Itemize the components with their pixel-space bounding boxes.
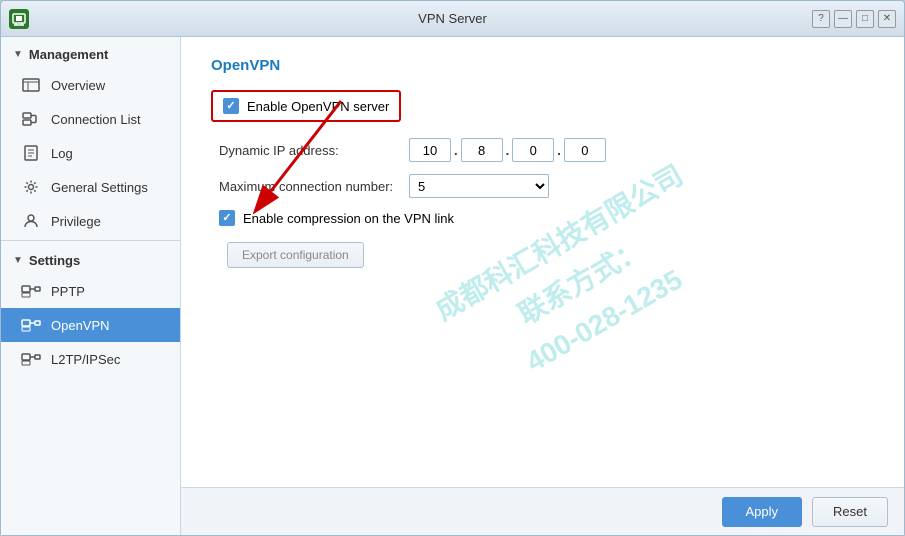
management-section-header[interactable]: ▼ Management	[1, 37, 180, 68]
openvpn-label: OpenVPN	[51, 318, 110, 333]
general-settings-label: General Settings	[51, 180, 148, 195]
gear-icon	[21, 179, 41, 195]
ip-octet-4[interactable]	[564, 138, 606, 162]
compression-checkbox[interactable]: ✓	[219, 210, 235, 226]
connection-icon	[21, 111, 41, 127]
settings-grid: Dynamic IP address: . . .	[219, 138, 874, 268]
enable-openvpn-row[interactable]: ✓ Enable OpenVPN server	[211, 90, 401, 122]
l2tp-label: L2TP/IPSec	[51, 352, 120, 367]
sidebar-item-connection-list[interactable]: Connection List	[1, 102, 180, 136]
content-inner: OpenVPN ✓ Enable OpenVPN server Dynamic …	[181, 37, 904, 487]
minimize-button[interactable]: —	[834, 10, 852, 28]
sidebar-item-overview[interactable]: Overview	[1, 68, 180, 102]
privilege-label: Privilege	[51, 214, 101, 229]
max-connection-row: Maximum connection number: 1 2 3 4 5 6 7…	[219, 174, 874, 198]
vpn-server-window: VPN Server ? — □ ✕ ▼ Management	[0, 0, 905, 536]
maximize-button[interactable]: □	[856, 10, 874, 28]
content-panel: OpenVPN ✓ Enable OpenVPN server Dynamic …	[181, 37, 904, 535]
sidebar-item-l2tp[interactable]: L2TP/IPSec	[1, 342, 180, 376]
footer: Apply Reset	[181, 487, 904, 535]
compression-label: Enable compression on the VPN link	[243, 211, 454, 226]
section-title: OpenVPN	[211, 57, 874, 74]
export-row: Export configuration	[219, 238, 874, 268]
close-button[interactable]: ✕	[878, 10, 896, 28]
title-bar: VPN Server ? — □ ✕	[1, 1, 904, 37]
dynamic-ip-label: Dynamic IP address:	[219, 143, 399, 158]
title-bar-left	[9, 9, 29, 29]
compression-checkmark-icon: ✓	[222, 213, 231, 224]
apply-button[interactable]: Apply	[722, 497, 803, 527]
window-title: VPN Server	[418, 11, 487, 26]
max-connection-label: Maximum connection number:	[219, 179, 399, 194]
ip-octet-2[interactable]	[461, 138, 503, 162]
settings-label: Settings	[29, 253, 80, 268]
ip-octet-1[interactable]	[409, 138, 451, 162]
ip-dot-1: .	[453, 143, 459, 158]
checkmark-icon: ✓	[226, 101, 235, 112]
management-label: Management	[29, 47, 108, 62]
sidebar-item-pptp[interactable]: PPTP	[1, 274, 180, 308]
settings-chevron: ▼	[13, 255, 23, 266]
help-button[interactable]: ?	[812, 10, 830, 28]
overview-icon	[21, 77, 41, 93]
l2tp-icon	[21, 351, 41, 367]
sidebar-item-log[interactable]: Log	[1, 136, 180, 170]
overview-label: Overview	[51, 78, 105, 93]
management-chevron: ▼	[13, 49, 23, 60]
dynamic-ip-row: Dynamic IP address: . . .	[219, 138, 874, 162]
ip-dot-3: .	[556, 143, 562, 158]
sidebar: ▼ Management Overview	[1, 37, 181, 535]
ip-dot-2: .	[505, 143, 511, 158]
main-area: ▼ Management Overview	[1, 37, 904, 535]
sidebar-item-general-settings[interactable]: General Settings	[1, 170, 180, 204]
sidebar-separator	[1, 240, 180, 241]
connection-list-label: Connection List	[51, 112, 141, 127]
enable-openvpn-checkbox[interactable]: ✓	[223, 98, 239, 114]
max-connection-select[interactable]: 1 2 3 4 5 6 7 8	[409, 174, 549, 198]
ip-inputs: . . .	[409, 138, 606, 162]
enable-openvpn-label: Enable OpenVPN server	[247, 99, 389, 114]
openvpn-icon	[21, 317, 41, 333]
window-controls: ? — □ ✕	[812, 10, 896, 28]
settings-section-header[interactable]: ▼ Settings	[1, 243, 180, 274]
compression-row: ✓ Enable compression on the VPN link	[219, 210, 874, 226]
sidebar-item-openvpn[interactable]: OpenVPN	[1, 308, 180, 342]
export-config-button[interactable]: Export configuration	[227, 242, 364, 268]
person-icon	[21, 213, 41, 229]
log-label: Log	[51, 146, 73, 161]
pptp-label: PPTP	[51, 284, 85, 299]
log-icon	[21, 145, 41, 161]
app-icon	[9, 9, 29, 29]
compression-checkbox-container[interactable]: ✓ Enable compression on the VPN link	[219, 210, 454, 226]
reset-button[interactable]: Reset	[812, 497, 888, 527]
ip-octet-3[interactable]	[512, 138, 554, 162]
pptp-icon	[21, 283, 41, 299]
sidebar-item-privilege[interactable]: Privilege	[1, 204, 180, 238]
